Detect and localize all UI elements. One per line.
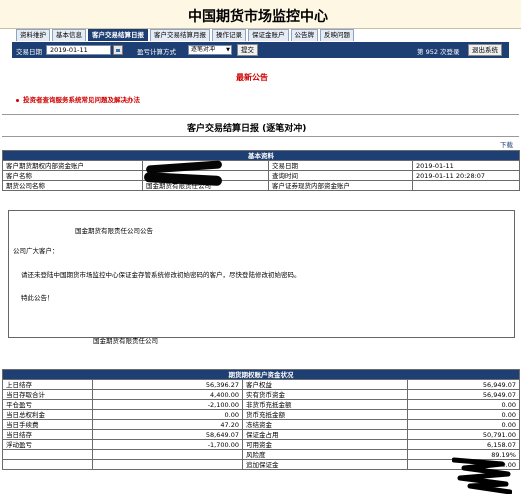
- tab-bulletin-board[interactable]: 公告牌: [290, 29, 318, 41]
- bullet-icon: [16, 98, 19, 102]
- announcement-company: 国金期货有限责任公司公告: [75, 227, 153, 235]
- table-cell: 交易日期: [268, 160, 413, 171]
- table-cell: 平仓盈亏: [2, 399, 93, 410]
- download-link[interactable]: 下载: [500, 139, 513, 149]
- table-cell: 货币充抵金额: [242, 409, 408, 420]
- table-cell: 浮动盈亏: [2, 439, 93, 450]
- table-row: 客户期货期权内部资金账户 交易日期 2019-01-11: [2, 160, 520, 171]
- tab-monthly-statement[interactable]: 客户交易结算月报: [150, 29, 210, 41]
- notice-link[interactable]: 投资者查询服务系统常见问题及解决办法: [16, 94, 140, 104]
- table-cell: 0.00: [92, 409, 243, 420]
- logout-button[interactable]: 退出系统: [468, 44, 502, 56]
- table-cell: 冻结资金: [242, 419, 408, 430]
- table-cell: 实有货币资金: [242, 389, 408, 400]
- table-row: 当日总权利金 0.00 货币充抵金额 0.00: [2, 409, 520, 420]
- table-row: 当日手续费 47.20 冻结资金 0.00: [2, 419, 520, 430]
- table-cell: 2019-01-11: [412, 160, 520, 171]
- table-cell: 风险度: [242, 449, 408, 460]
- divider: [2, 136, 519, 137]
- table-cell: 58,649.07: [92, 429, 243, 440]
- table-cell: 0.00: [407, 409, 520, 420]
- table-row: 当日结存 58,649.07 保证金占用 50,791.00: [2, 429, 520, 440]
- table-cell: 当日存取合计: [2, 389, 93, 400]
- table-cell: 期货公司名称: [2, 180, 143, 191]
- basic-info-table: 基本资料 客户期货期权内部资金账户 交易日期 2019-01-11 客户名称 查…: [2, 150, 520, 191]
- header-banner: 中国期货市场监控中心: [0, 0, 521, 29]
- calc-method-select[interactable]: 逐笔对冲 ▼: [188, 45, 232, 55]
- query-toolbar: 交易日期 2019-01-11 盈亏计算方式 逐笔对冲 ▼ 提交 第 952 次…: [12, 42, 509, 58]
- table-cell: 客户证券现货内部资金账户: [268, 180, 413, 191]
- table-cell: 56,949.07: [407, 379, 520, 390]
- table-cell: [412, 180, 520, 191]
- tab-report-issue[interactable]: 反映问题: [320, 29, 354, 41]
- table-cell: [2, 449, 93, 460]
- table-row: 追加保证金 0.00: [2, 459, 520, 470]
- table-row: 客户名称 查询时间 2019-01-11 20:28:07: [2, 170, 520, 181]
- table-cell: 4,400.00: [92, 389, 243, 400]
- table-row: 平仓盈亏 -2,100.00 非货币充抵金额 0.00: [2, 399, 520, 410]
- trade-date-input[interactable]: 2019-01-11: [46, 45, 111, 55]
- table-cell: 2019-01-11 20:28:07: [412, 170, 520, 181]
- table-row: 风险度 89.19%: [2, 449, 520, 460]
- table-cell: 50,791.00: [407, 429, 520, 440]
- divider: [2, 114, 519, 115]
- table-cell: 上日结存: [2, 379, 93, 390]
- login-count: 第 952 次登录: [417, 48, 460, 56]
- tab-margin-account[interactable]: 保证金账户: [248, 29, 289, 41]
- tab-basic-info[interactable]: 基本信息: [52, 29, 86, 41]
- calc-method-value: 逐笔对冲: [191, 46, 216, 53]
- table-cell: 保证金占用: [242, 429, 408, 440]
- table-cell: 客户期货期权内部资金账户: [2, 160, 143, 171]
- table-cell: 56,949.07: [407, 389, 520, 400]
- funds-table: 期货期权账户资金状况 上日结存 56,396.27 客户权益 56,949.07…: [2, 369, 520, 470]
- funds-header: 期货期权账户资金状况: [2, 369, 520, 380]
- table-row: 上日结存 56,396.27 客户权益 56,949.07: [2, 379, 520, 390]
- table-cell: -2,100.00: [92, 399, 243, 410]
- table-cell: [92, 449, 243, 460]
- table-cell: 当日手续费: [2, 419, 93, 430]
- site-title: 中国期货市场监控中心: [188, 9, 328, 25]
- notice-title: 最新公告: [236, 73, 268, 82]
- table-cell: [2, 459, 93, 470]
- table-cell: 查询时间: [268, 170, 413, 181]
- table-cell: 可用资金: [242, 439, 408, 450]
- nav-tabs: 资料维护 基本信息 客户交易结算日报 客户交易结算月报 操作记录 保证金账户 公…: [16, 29, 356, 41]
- chevron-down-icon: ▼: [226, 47, 230, 53]
- date-label: 交易日期: [16, 48, 42, 56]
- announcement-greeting: 公司广大客户：: [13, 247, 59, 255]
- calendar-icon[interactable]: [113, 45, 123, 55]
- table-cell: 0.00: [407, 419, 520, 430]
- table-cell: 当日结存: [2, 429, 93, 440]
- redaction-scribble: [452, 457, 512, 494]
- table-cell: 追加保证金: [242, 459, 408, 470]
- table-cell: 47.20: [92, 419, 243, 430]
- announcement-box: 国金期货有限责任公司公告 公司广大客户： 请还未登陆中国期货市场监控中心保证金存…: [8, 210, 515, 345]
- table-cell: 0.00: [407, 399, 520, 410]
- calc-method-label: 盈亏计算方式: [137, 48, 176, 56]
- tab-account-maintenance[interactable]: 资料维护: [16, 29, 50, 41]
- tab-operation-log[interactable]: 操作记录: [212, 29, 246, 41]
- table-cell: 非货币充抵金额: [242, 399, 408, 410]
- tab-daily-statement[interactable]: 客户交易结算日报: [88, 29, 148, 41]
- table-row: 期货公司名称 国金期货有限责任公司 客户证券现货内部资金账户: [2, 180, 520, 191]
- basic-info-header: 基本资料: [2, 150, 520, 161]
- announcement-body: 请还未登陆中国期货市场监控中心保证金存管系统修改初始密码的客户，尽快登陆修改初始…: [21, 271, 301, 279]
- table-cell: 56,396.27: [92, 379, 243, 390]
- notice-link-text: 投资者查询服务系统常见问题及解决办法: [23, 96, 140, 104]
- table-cell: [92, 459, 243, 470]
- submit-button[interactable]: 提交: [237, 44, 258, 56]
- table-row: 当日存取合计 4,400.00 实有货币资金 56,949.07: [2, 389, 520, 400]
- table-cell: 客户名称: [2, 170, 143, 181]
- announcement-signature: 国金期货有限责任公司: [93, 337, 158, 345]
- announcement-closing: 特此公告！: [21, 294, 54, 302]
- table-cell: 6,158.07: [407, 439, 520, 450]
- table-cell: -1,700.00: [92, 439, 243, 450]
- table-row: 浮动盈亏 -1,700.00 可用资金 6,158.07: [2, 439, 520, 450]
- report-title: 客户交易结算日报 (逐笔对冲): [187, 124, 307, 134]
- table-cell: 当日总权利金: [2, 409, 93, 420]
- table-cell: 客户权益: [242, 379, 408, 390]
